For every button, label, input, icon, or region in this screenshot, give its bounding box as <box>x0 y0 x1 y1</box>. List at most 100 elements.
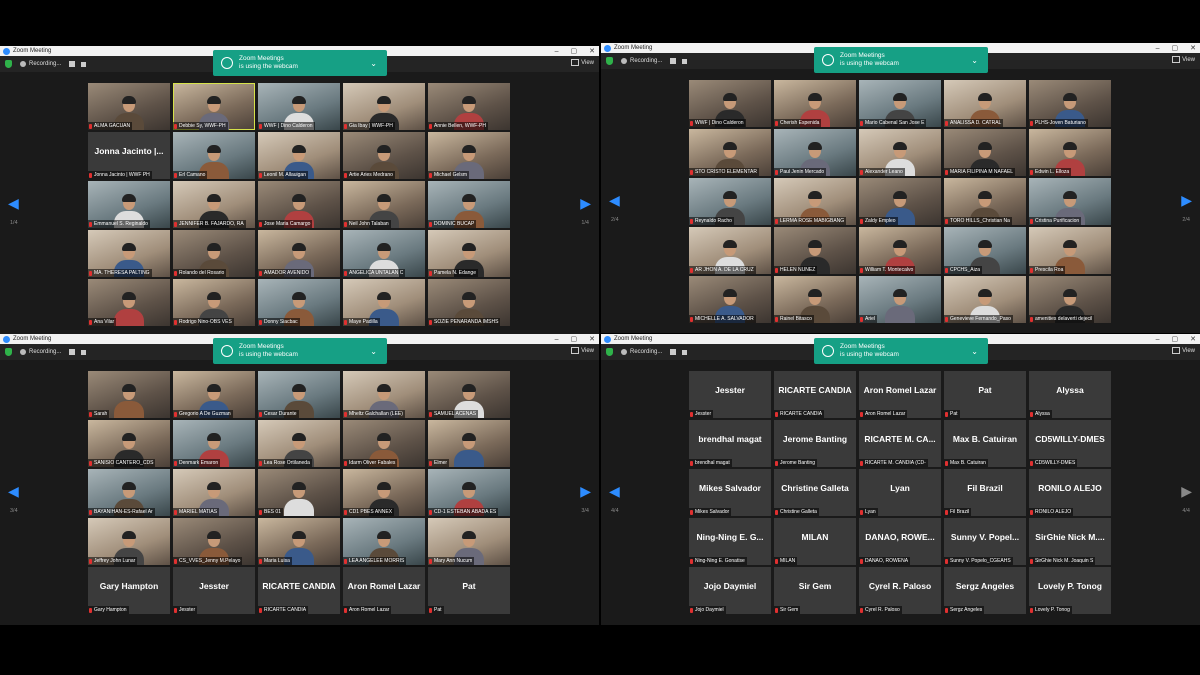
participant-tile[interactable]: Lovely P. Tonog Lovely P. Tonog <box>1029 567 1111 614</box>
participant-tile[interactable]: AMADOR AVENIDO <box>258 230 340 277</box>
pause-recording-icon[interactable] <box>69 349 76 355</box>
participant-tile[interactable]: Mary Ann Nucum <box>428 518 510 565</box>
participant-tile[interactable]: Jeffrey John Lunar <box>88 518 170 565</box>
participant-tile[interactable]: Sarah <box>88 371 170 418</box>
participant-tile[interactable]: Ana Vilar <box>88 279 170 326</box>
participant-tile[interactable]: Aron Romel Lazar Aron Romel Lazar <box>859 371 941 418</box>
participant-tile[interactable]: Cherish Espenida <box>774 80 856 127</box>
participant-tile[interactable]: MILAN MILAN <box>774 518 856 565</box>
participant-tile[interactable]: Idarm Oliver Fabales <box>343 420 425 467</box>
participant-tile[interactable]: HELEN NUNEZ <box>774 227 856 274</box>
participant-tile[interactable]: Maye Padilla <box>343 279 425 326</box>
view-button[interactable]: View <box>1172 56 1195 63</box>
participant-tile[interactable]: Rainel Bitasco <box>774 276 856 323</box>
participant-tile[interactable]: Rodrigo Nino-OBS VES <box>173 279 255 326</box>
participant-tile[interactable]: WWF | Dino Calderon <box>689 80 771 127</box>
participant-tile[interactable]: ANALISSA D. CATRAL <box>944 80 1026 127</box>
participant-tile[interactable]: SAMUEL ACENAS <box>428 371 510 418</box>
participant-tile[interactable]: CD5WILLY-DMES CD5WILLY-DMES <box>1029 420 1111 467</box>
stop-recording-icon[interactable] <box>81 61 87 67</box>
minimize-button[interactable]: – <box>1156 45 1160 52</box>
next-page-arrow-icon[interactable]: ▶ <box>1181 484 1192 498</box>
participant-tile[interactable]: Gregorio A De Guzman <box>173 371 255 418</box>
webcam-notification[interactable]: Zoom Meetings is using the webcam ⌄ <box>814 47 988 73</box>
participant-tile[interactable]: DOMINIC BUCAP <box>428 181 510 228</box>
webcam-notification[interactable]: Zoom Meetings is using the webcam ⌄ <box>213 50 387 76</box>
previous-page-arrow-icon[interactable]: ◀ <box>8 196 19 210</box>
participant-tile[interactable]: Reynaldo Racho <box>689 178 771 225</box>
webcam-notification[interactable]: Zoom Meetings is using the webcam ⌄ <box>814 338 988 364</box>
security-shield-icon[interactable] <box>5 60 12 68</box>
participant-tile[interactable]: BAYANIHAN-ES-Rafael Ar <box>88 469 170 516</box>
security-shield-icon[interactable] <box>5 348 12 356</box>
participant-tile[interactable]: Leonil M. Allauigan <box>258 132 340 179</box>
participant-tile[interactable]: Paul Jenin Mercado <box>774 129 856 176</box>
participant-tile[interactable]: Cesar Durante <box>258 371 340 418</box>
participant-tile[interactable]: CD1 PBES ANNEX <box>343 469 425 516</box>
participant-tile[interactable]: Max B. Catuiran Max B. Catuiran <box>944 420 1026 467</box>
view-button[interactable]: View <box>571 347 594 354</box>
participant-tile[interactable]: BES 01 <box>258 469 340 516</box>
participant-tile[interactable]: DANAO, ROWE... DANAO, ROWENA <box>859 518 941 565</box>
participant-tile[interactable]: Annie Bellen, WWF-PH <box>428 83 510 130</box>
participant-tile[interactable]: ANGELICA UNTALAN C <box>343 230 425 277</box>
participant-tile[interactable]: AR JHON A. DE LA CRUZ <box>689 227 771 274</box>
participant-tile[interactable]: Gia Ibay | WWF-PH <box>343 83 425 130</box>
view-button[interactable]: View <box>1172 347 1195 354</box>
participant-tile[interactable]: MICHELLE A. SALVADOR <box>689 276 771 323</box>
participant-tile[interactable]: LERMA ROSE MABIGBANG <box>774 178 856 225</box>
participant-tile[interactable]: LEA ANGELEE MORRIS <box>343 518 425 565</box>
participant-tile[interactable]: Cristina Purificacion <box>1029 178 1111 225</box>
participant-tile[interactable]: Maria Luisa <box>258 518 340 565</box>
chevron-down-icon[interactable]: ⌄ <box>971 347 978 356</box>
participant-tile[interactable]: Alexander Leano <box>859 129 941 176</box>
next-page-arrow-icon[interactable]: ▶ <box>580 196 591 210</box>
maximize-button[interactable]: ▢ <box>571 47 578 55</box>
participant-tile[interactable]: Lyan Lyan <box>859 469 941 516</box>
close-button[interactable]: ✕ <box>1190 44 1196 52</box>
participant-tile[interactable]: Mikes Salvador Mikes Salvador <box>689 469 771 516</box>
participant-tile[interactable]: WWF | Dino Calderon <box>258 83 340 130</box>
participant-tile[interactable]: CS_VVES_Jenny M.Pelayo <box>173 518 255 565</box>
next-page-arrow-icon[interactable]: ▶ <box>1181 193 1192 207</box>
participant-tile[interactable]: RICARTE CANDIA RICARTE CANDIA <box>774 371 856 418</box>
view-button[interactable]: View <box>571 59 594 66</box>
participant-tile[interactable]: Fil Brazil Fil Brazil <box>944 469 1026 516</box>
webcam-notification[interactable]: Zoom Meetings is using the webcam ⌄ <box>213 338 387 364</box>
participant-tile[interactable]: Aron Romel Lazar Aron Romel Lazar <box>343 567 425 614</box>
stop-recording-icon[interactable] <box>81 349 87 355</box>
close-button[interactable]: ✕ <box>589 47 595 55</box>
participant-tile[interactable]: Pat Pat <box>428 567 510 614</box>
participant-tile[interactable]: Sunny V. Popel... Sunny V. Popelo_CGEAHS <box>944 518 1026 565</box>
participant-tile[interactable]: Jose Maria Camargo <box>258 181 340 228</box>
maximize-button[interactable]: ▢ <box>1172 44 1179 52</box>
participant-tile[interactable]: SirGhie Nick M.... SirGhie Nick M. Joaqui… <box>1029 518 1111 565</box>
participant-tile[interactable]: Sir Gem Sir Gem <box>774 567 856 614</box>
pause-recording-icon[interactable] <box>69 61 76 67</box>
participant-tile[interactable]: Ariel <box>859 276 941 323</box>
participant-tile[interactable]: STO CRISTO ELEMENTAR <box>689 129 771 176</box>
participant-tile[interactable]: JENNIFER B. FAJARDO, RA <box>173 181 255 228</box>
participant-tile[interactable]: Jesster Jesster <box>173 567 255 614</box>
participant-tile[interactable]: Ning-Ning E. G... Ning-Ning E. Gonatise <box>689 518 771 565</box>
participant-tile[interactable]: Prescila Roa <box>1029 227 1111 274</box>
participant-tile[interactable]: SOZIE PENARANDA IMSHS <box>428 279 510 326</box>
minimize-button[interactable]: – <box>555 48 559 55</box>
pause-recording-icon[interactable] <box>670 58 677 64</box>
participant-tile[interactable]: MARIA FILIPINA M NAFAEL <box>944 129 1026 176</box>
participant-tile[interactable]: TORO HILLS_Christian Na <box>944 178 1026 225</box>
participant-tile[interactable]: Jerome Banting Jerome Banting <box>774 420 856 467</box>
participant-tile[interactable]: Artie Aries Medrano <box>343 132 425 179</box>
pause-recording-icon[interactable] <box>670 349 677 355</box>
participant-tile[interactable]: Sergz Angeles Sergz Angeles <box>944 567 1026 614</box>
chevron-down-icon[interactable]: ⌄ <box>971 56 978 65</box>
participant-tile[interactable]: Donny Siacbac <box>258 279 340 326</box>
participant-tile[interactable]: MARIEL MATIAS <box>173 469 255 516</box>
participant-tile[interactable]: amenities delaverti dejecil <box>1029 276 1111 323</box>
participant-tile[interactable]: Erl Camano <box>173 132 255 179</box>
participant-tile[interactable]: Zaldy Empleo <box>859 178 941 225</box>
participant-tile[interactable]: Genevieve Fernando_Paso <box>944 276 1026 323</box>
participant-tile[interactable]: MA. THERESA PALTING <box>88 230 170 277</box>
participant-tile[interactable]: Cyrel R. Paloso Cyrel R. Paloso <box>859 567 941 614</box>
participant-tile[interactable]: Emmanuel S. Reginaldo <box>88 181 170 228</box>
